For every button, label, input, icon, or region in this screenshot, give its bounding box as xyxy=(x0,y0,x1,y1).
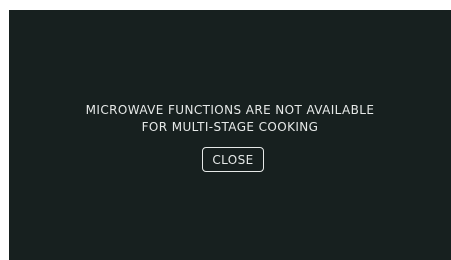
error-message-line-1: MICROWAVE FUNCTIONS ARE NOT AVAILABLE xyxy=(85,103,375,117)
close-button[interactable]: CLOSE xyxy=(202,147,264,172)
appliance-display-screen: MICROWAVE FUNCTIONS ARE NOT AVAILABLE FO… xyxy=(9,10,451,260)
error-message-line-2: FOR MULTI-STAGE COOKING xyxy=(141,120,319,134)
error-message: MICROWAVE FUNCTIONS ARE NOT AVAILABLE FO… xyxy=(9,102,451,136)
